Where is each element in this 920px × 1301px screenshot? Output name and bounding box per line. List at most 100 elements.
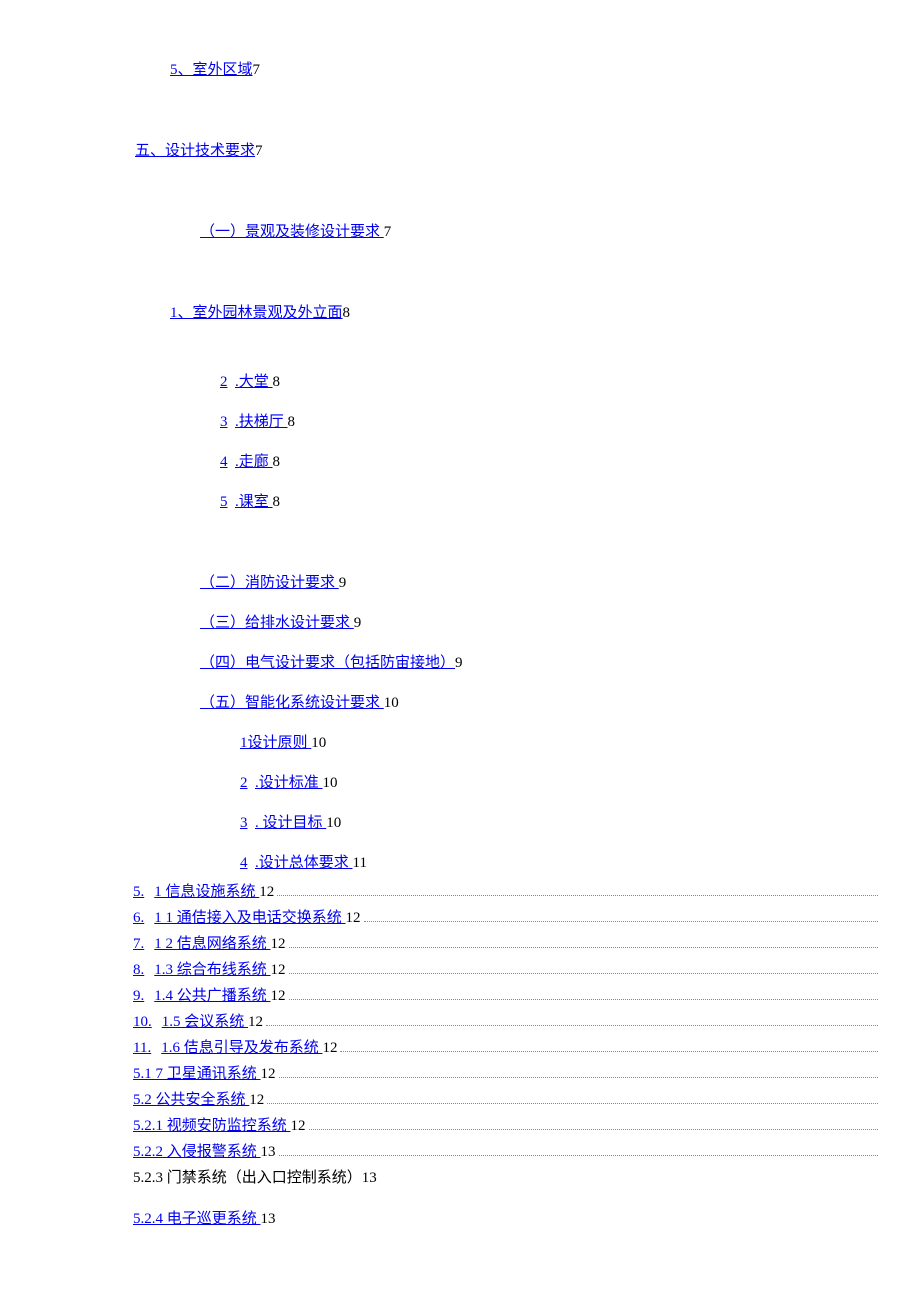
toc-link[interactable]: 1.5 会议系统 xyxy=(162,1014,248,1030)
dot-leader xyxy=(279,1154,878,1156)
toc-page: 11 xyxy=(353,855,367,871)
dot-leader xyxy=(267,1102,878,1104)
toc-num[interactable]: 8. xyxy=(133,962,144,978)
toc-page: 12 xyxy=(259,884,274,900)
dot-leader xyxy=(289,946,878,948)
toc-link[interactable]: .扶梯厅 xyxy=(235,414,288,430)
toc-page: 12 xyxy=(271,936,286,952)
toc-page: 12 xyxy=(346,910,361,926)
toc-link[interactable]: 1设计原则 xyxy=(240,735,311,751)
toc-page: 12 xyxy=(248,1014,263,1030)
toc-entry-dotted: 5. 1 信息设施系统 12 xyxy=(133,882,880,903)
toc-page: 12 xyxy=(322,1040,337,1056)
toc-link[interactable]: 5.2.4 电子巡更系统 xyxy=(133,1211,261,1227)
dot-leader xyxy=(289,972,878,974)
toc-entry: 5 .课室 8 xyxy=(220,492,880,513)
toc-link[interactable]: . 设计目标 xyxy=(255,815,326,831)
toc-page: 8 xyxy=(273,374,281,390)
toc-link[interactable]: 5.1 7 卫星通讯系统 xyxy=(133,1066,261,1082)
dot-leader xyxy=(289,998,878,1000)
toc-num[interactable]: 4 xyxy=(220,454,228,470)
toc-link[interactable]: （一）景观及装修设计要求 xyxy=(200,224,384,240)
toc-num[interactable]: 7. xyxy=(133,936,144,952)
toc-entry: 1、室外园林景观及外立面8 xyxy=(170,303,880,324)
toc-entry-dotted: 5.2.1 视频安防监控系统 12 xyxy=(133,1116,880,1137)
toc-link[interactable]: 1、室外园林景观及外立面 xyxy=(170,305,343,321)
toc-num[interactable]: 11. xyxy=(133,1040,151,1056)
toc-page: 12 xyxy=(291,1118,306,1134)
dot-leader xyxy=(266,1024,878,1026)
toc-page: 10 xyxy=(323,775,338,791)
toc-link[interactable]: .课室 xyxy=(235,494,273,510)
toc-link[interactable]: 5.2.1 视频安防监控系统 xyxy=(133,1118,291,1134)
toc-entry-dotted: 11. 1.6 佶息引导及发布系统 12 xyxy=(133,1038,880,1059)
toc-num[interactable]: 3 xyxy=(240,815,248,831)
toc-num[interactable]: 6. xyxy=(133,910,144,926)
toc-link[interactable]: .设计标准 xyxy=(255,775,323,791)
toc-entry: 5、室外区域7 xyxy=(170,60,880,81)
toc-page: 13 xyxy=(362,1170,377,1186)
toc-num[interactable]: 3 xyxy=(220,414,228,430)
toc-page: 8 xyxy=(343,305,351,321)
toc-page: 10 xyxy=(326,815,341,831)
toc-page: 13 xyxy=(261,1144,276,1160)
toc-page: 9 xyxy=(354,615,362,631)
toc-entry-plain: 5.2.3 门禁系统（出入口控制系统）13 xyxy=(133,1168,880,1189)
toc-page: 7 xyxy=(253,62,261,78)
toc-link[interactable]: 1 2 佶息网络系统 xyxy=(154,936,270,952)
toc-link[interactable]: （四）电气设计要求（包括防宙接地） xyxy=(200,655,455,671)
toc-page: 9 xyxy=(455,655,463,671)
toc-entry-dotted: 10. 1.5 会议系统 12 xyxy=(133,1012,880,1033)
toc-entry-dotted: 5.1 7 卫星通讯系统 12 xyxy=(133,1064,880,1085)
dot-leader xyxy=(309,1128,878,1130)
toc-link[interactable]: 1.3 综合布线系统 xyxy=(154,962,270,978)
toc-entry: 4 .走廊 8 xyxy=(220,452,880,473)
toc-entry: 3 . 设计目标 10 xyxy=(240,813,880,834)
toc-link[interactable]: 1 1 通佶接入及电话交换系统 xyxy=(154,910,345,926)
toc-num[interactable]: 4 xyxy=(240,855,248,871)
toc-entry: 3 .扶梯厅 8 xyxy=(220,412,880,433)
toc-page: 9 xyxy=(339,575,347,591)
toc-link[interactable]: 1.6 佶息引导及发布系统 xyxy=(161,1040,322,1056)
toc-page: 10 xyxy=(384,695,399,711)
toc-entry: （三）给排水设计要求 9 xyxy=(200,613,880,634)
toc-link[interactable]: （二）消防设计要求 xyxy=(200,575,339,591)
toc-link[interactable]: 五、设计技术要求 xyxy=(135,143,255,159)
toc-page: 7 xyxy=(255,143,263,159)
toc-entry: 1设计原则 10 xyxy=(240,733,880,754)
toc-entry: 2 .设计标准 10 xyxy=(240,773,880,794)
toc-page: 8 xyxy=(288,414,296,430)
toc-entry: （四）电气设计要求（包括防宙接地）9 xyxy=(200,653,880,674)
toc-link[interactable]: 5、室外区域 xyxy=(170,62,253,78)
toc-link[interactable]: .大堂 xyxy=(235,374,273,390)
toc-page: 7 xyxy=(384,224,392,240)
toc-page: 8 xyxy=(273,454,281,470)
toc-entry-dotted: 7. 1 2 佶息网络系统 12 xyxy=(133,934,880,955)
toc-page: 13 xyxy=(261,1211,276,1227)
toc-link[interactable]: .设计总体要求 xyxy=(255,855,353,871)
toc-num[interactable]: 2 xyxy=(220,374,228,390)
toc-page: 8 xyxy=(273,494,281,510)
toc-num[interactable]: 5. xyxy=(133,884,144,900)
toc-entry: 2 .大堂 8 xyxy=(220,372,880,393)
toc-num[interactable]: 2 xyxy=(240,775,248,791)
toc-entry-dotted: 8. 1.3 综合布线系统 12 xyxy=(133,960,880,981)
dot-leader xyxy=(364,920,878,922)
toc-num[interactable]: 9. xyxy=(133,988,144,1004)
toc-num[interactable]: 5 xyxy=(220,494,228,510)
toc-num[interactable]: 10. xyxy=(133,1014,152,1030)
toc-link[interactable]: 1 信息设施系统 xyxy=(154,884,259,900)
toc-entry: （二）消防设计要求 9 xyxy=(200,573,880,594)
toc-link[interactable]: .走廊 xyxy=(235,454,273,470)
toc-link[interactable]: 5.2 公共安全系统 xyxy=(133,1092,249,1108)
toc-link[interactable]: （五）智能化系统设计要求 xyxy=(200,695,384,711)
toc-link[interactable]: （三）给排水设计要求 xyxy=(200,615,354,631)
toc-link[interactable]: 5.2.2 入侵报警系统 xyxy=(133,1144,261,1160)
toc-page: 12 xyxy=(271,962,286,978)
toc-page: 12 xyxy=(249,1092,264,1108)
toc-link[interactable]: 1.4 公共广播系统 xyxy=(154,988,270,1004)
dot-leader xyxy=(277,894,878,896)
toc-entry-dotted: 9.1.4 公共广播系统 12 xyxy=(133,986,880,1007)
dot-leader xyxy=(279,1076,878,1078)
toc-entry: 4 .设计总体要求 11 xyxy=(240,853,880,874)
